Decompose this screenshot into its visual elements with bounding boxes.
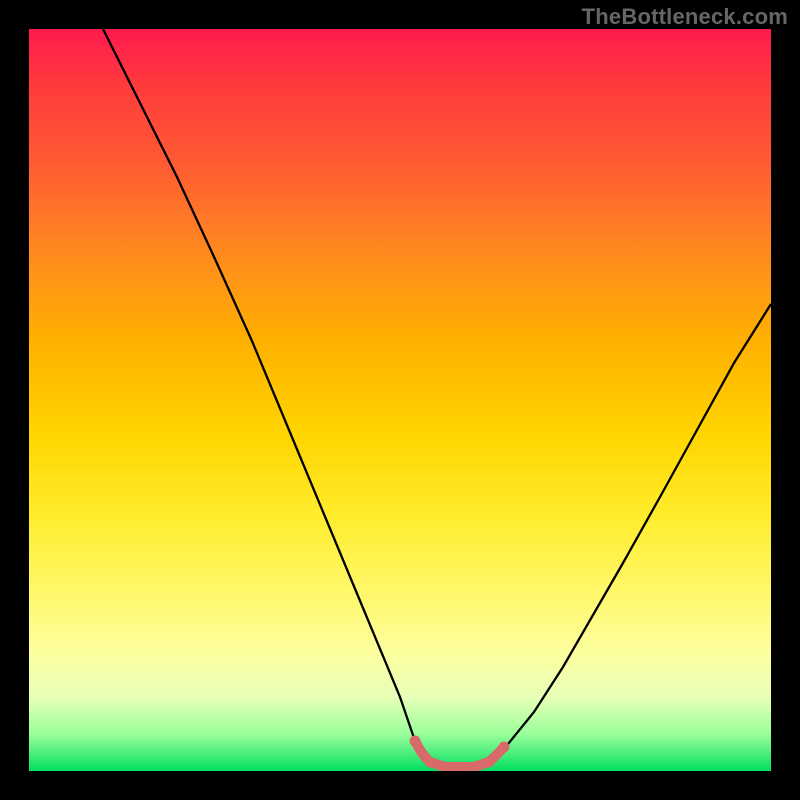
chart-svg	[29, 29, 771, 771]
chart-plot-area	[29, 29, 771, 771]
match-zone-marker	[415, 741, 505, 768]
chart-frame: TheBottleneck.com	[0, 0, 800, 800]
bottleneck-curve	[103, 29, 771, 771]
watermark-text: TheBottleneck.com	[582, 4, 788, 30]
